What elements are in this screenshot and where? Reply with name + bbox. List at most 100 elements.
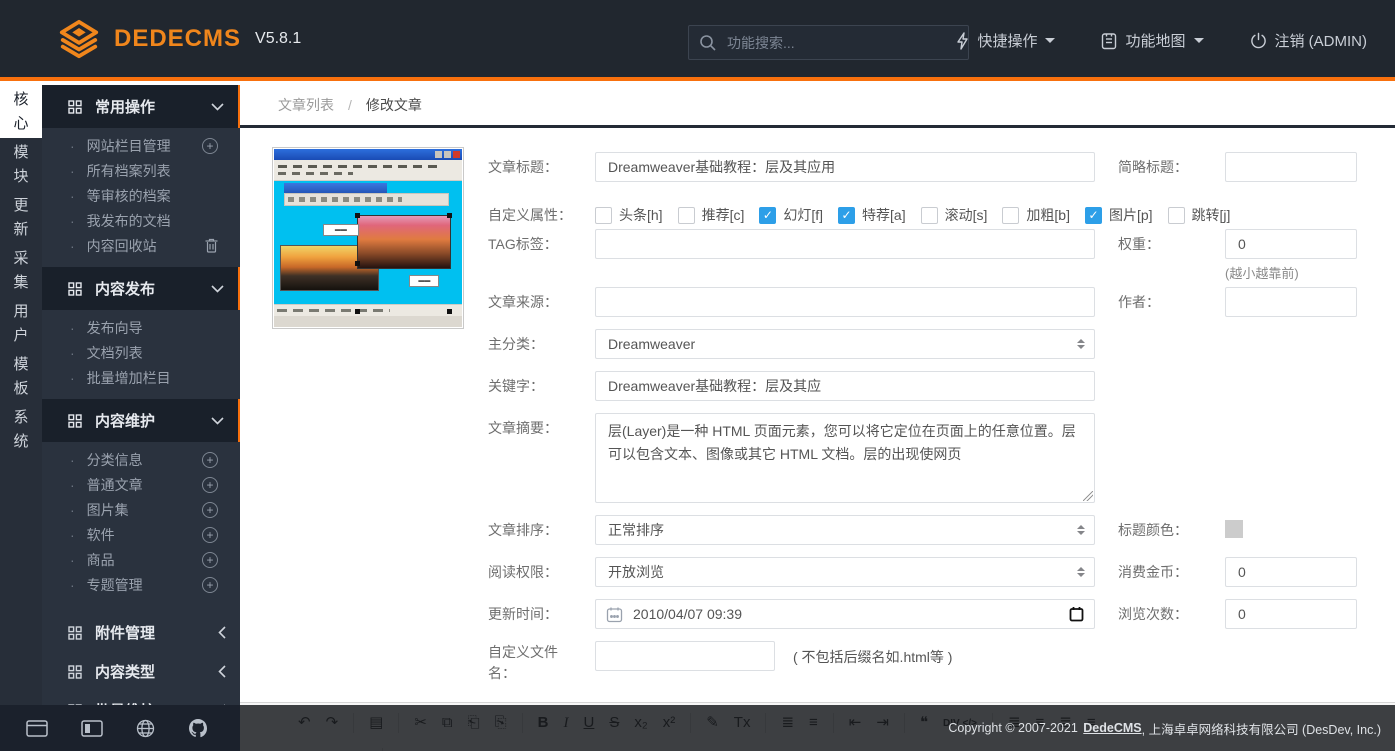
checkbox-scroll[interactable]: ✓滚动[s] (921, 205, 988, 225)
sidebar-item-label: 内容回收站 (87, 236, 157, 256)
checkbox-jump[interactable]: ✓跳转[j] (1168, 205, 1231, 225)
source-input[interactable] (595, 287, 1095, 317)
rail-tab-users[interactable]: 用户 (0, 297, 42, 350)
bullet: · (70, 370, 75, 386)
rail-tab-label: 采集 (13, 247, 29, 295)
search-icon (699, 34, 717, 52)
sidebar-item-batch-add-columns[interactable]: · 批量增加栏目 (42, 365, 240, 390)
sidebar-item-label: 批量增加栏目 (87, 368, 171, 388)
title-color-swatch[interactable] (1225, 520, 1243, 538)
sidebar-section-common-ops[interactable]: 常用操作 (42, 85, 240, 128)
sidebar-section-content-publish[interactable]: 内容发布 (42, 267, 240, 310)
sidebar-section-content-maintain[interactable]: 内容维护 (42, 399, 240, 442)
github-icon[interactable] (188, 718, 208, 738)
rail-tab-update[interactable]: 更新 (0, 191, 42, 244)
sidebar-section-attachments[interactable]: 附件管理 (42, 614, 240, 651)
plus-icon[interactable]: + (202, 502, 218, 518)
filename-input[interactable] (595, 641, 775, 671)
sidebar-item-site-columns[interactable]: ·网站栏目管理+ (42, 133, 240, 158)
checkbox-recommend[interactable]: ✓推荐[c] (678, 205, 745, 225)
quick-actions-menu[interactable]: 快捷操作 (956, 30, 1055, 51)
sidebar-item-my-documents[interactable]: ·我发布的文档 (42, 208, 240, 233)
search-input[interactable] (727, 35, 958, 51)
datepicker-icon[interactable] (1069, 606, 1084, 622)
sidebar-item-label: 软件 (87, 525, 115, 545)
sidebar: 常用操作 ·网站栏目管理+ ·所有档案列表 ·等审核的档案 ·我发布的文档 ·内… (42, 85, 240, 705)
category-value: Dreamweaver (608, 336, 695, 352)
trash-icon[interactable] (205, 238, 218, 253)
plus-icon[interactable]: + (202, 577, 218, 593)
sidebar-section-content-types[interactable]: 内容类型 (42, 653, 240, 690)
sidebar-item-all-archives[interactable]: ·所有档案列表 (42, 158, 240, 183)
sidebar-item-software[interactable]: ·软件+ (42, 522, 240, 547)
rail-tab-core[interactable]: 核心 (0, 85, 42, 138)
sidebar-item-label: 专题管理 (87, 575, 143, 595)
sort-select[interactable]: 正常排序 (595, 515, 1095, 545)
breadcrumb-parent[interactable]: 文章列表 (278, 95, 334, 115)
dedecms-admin: DEDECMS V5.8.1 快捷操作 (0, 0, 1395, 751)
sidebar-section-batch-maintain[interactable]: 批量维护 (42, 692, 240, 705)
plus-icon[interactable]: + (202, 552, 218, 568)
rail-tab-templates[interactable]: 模板 (0, 350, 42, 403)
sidebar-item-document-list[interactable]: ·文档列表 (42, 340, 240, 365)
sidebar-item-product[interactable]: ·商品+ (42, 547, 240, 572)
window-icon[interactable] (26, 720, 48, 737)
keywords-input[interactable] (595, 371, 1095, 401)
sidebar-item-recycle-bin[interactable]: ·内容回收站 (42, 233, 240, 258)
checkbox-bold[interactable]: ✓加粗[b] (1002, 205, 1070, 225)
checkbox-headline[interactable]: ✓头条[h] (595, 205, 663, 225)
tag-input[interactable] (595, 229, 1095, 259)
main-content: 文章列表 / 修改文章 ▬▬ ▬▬ (240, 85, 1395, 751)
bullet: · (70, 163, 75, 179)
brand[interactable]: DEDECMS V5.8.1 (56, 18, 301, 60)
function-search[interactable] (688, 25, 969, 60)
sidebar-item-topic-manage[interactable]: ·专题管理+ (42, 572, 240, 597)
copyright-suffix: , 上海卓卓网络科技有限公司 (DesDev, Inc.) (1142, 719, 1381, 738)
footer-quick-icons (0, 705, 240, 751)
footer-bar: Copyright © 2007-2021 DedeCMS, 上海卓卓网络科技有… (0, 705, 1395, 751)
rail-tab-collect[interactable]: 采集 (0, 244, 42, 297)
category-select[interactable]: Dreamweaver (595, 329, 1095, 359)
field-label-keywords: 关键字： (488, 371, 592, 401)
grid-icon (68, 414, 82, 428)
layout-columns-icon[interactable] (81, 720, 103, 737)
checkbox-slideshow[interactable]: ✓幻灯[f] (759, 205, 823, 225)
checkbox-icon: ✓ (921, 207, 938, 224)
coins-input[interactable] (1225, 557, 1357, 587)
rail-tab-system[interactable]: 系统 (0, 403, 42, 456)
checkbox-label: 图片[p] (1109, 205, 1153, 225)
sidebar-item-label: 文档列表 (87, 343, 143, 363)
checkbox-label: 推荐[c] (702, 205, 745, 225)
bullet: · (70, 552, 75, 568)
collapsed-sections: 附件管理 内容类型 批量维护 (42, 614, 240, 705)
globe-icon[interactable] (136, 719, 155, 738)
select-arrows-icon (1077, 335, 1085, 353)
update-time-picker[interactable]: 2010/04/07 09:39 (595, 599, 1095, 629)
sidebar-item-normal-article[interactable]: ·普通文章+ (42, 472, 240, 497)
feature-map-menu[interactable]: 功能地图 (1101, 30, 1203, 51)
summary-wrap: 层(Layer)是一种 HTML 页面元素，您可以将它定位在页面上的任意位置。层… (595, 413, 1095, 503)
article-title-input[interactable] (595, 152, 1095, 182)
grid-icon (68, 100, 82, 114)
sidebar-item-publish-wizard[interactable]: ·发布向导 (42, 315, 240, 340)
checkbox-checked-icon: ✓ (838, 207, 855, 224)
views-input[interactable] (1225, 599, 1357, 629)
checkbox-picture[interactable]: ✓图片[p] (1085, 205, 1153, 225)
rail-tab-modules[interactable]: 模块 (0, 138, 42, 191)
bullet: · (70, 213, 75, 229)
read-perm-select[interactable]: 开放浏览 (595, 557, 1095, 587)
plus-icon[interactable]: + (202, 477, 218, 493)
short-title-input[interactable] (1225, 152, 1357, 182)
sidebar-item-pending-archives[interactable]: ·等审核的档案 (42, 183, 240, 208)
dedecms-link[interactable]: DedeCMS (1083, 721, 1141, 735)
summary-textarea[interactable]: 层(Layer)是一种 HTML 页面元素，您可以将它定位在页面上的任意位置。层… (595, 413, 1095, 503)
weight-input[interactable] (1225, 229, 1357, 259)
checkbox-special[interactable]: ✓特荐[a] (838, 205, 906, 225)
plus-icon[interactable]: + (202, 138, 218, 154)
logout-button[interactable]: 注销 (ADMIN) (1250, 30, 1368, 51)
plus-icon[interactable]: + (202, 527, 218, 543)
plus-icon[interactable]: + (202, 452, 218, 468)
author-input[interactable] (1225, 287, 1357, 317)
sidebar-item-classified-info[interactable]: ·分类信息+ (42, 447, 240, 472)
sidebar-item-image-gallery[interactable]: ·图片集+ (42, 497, 240, 522)
